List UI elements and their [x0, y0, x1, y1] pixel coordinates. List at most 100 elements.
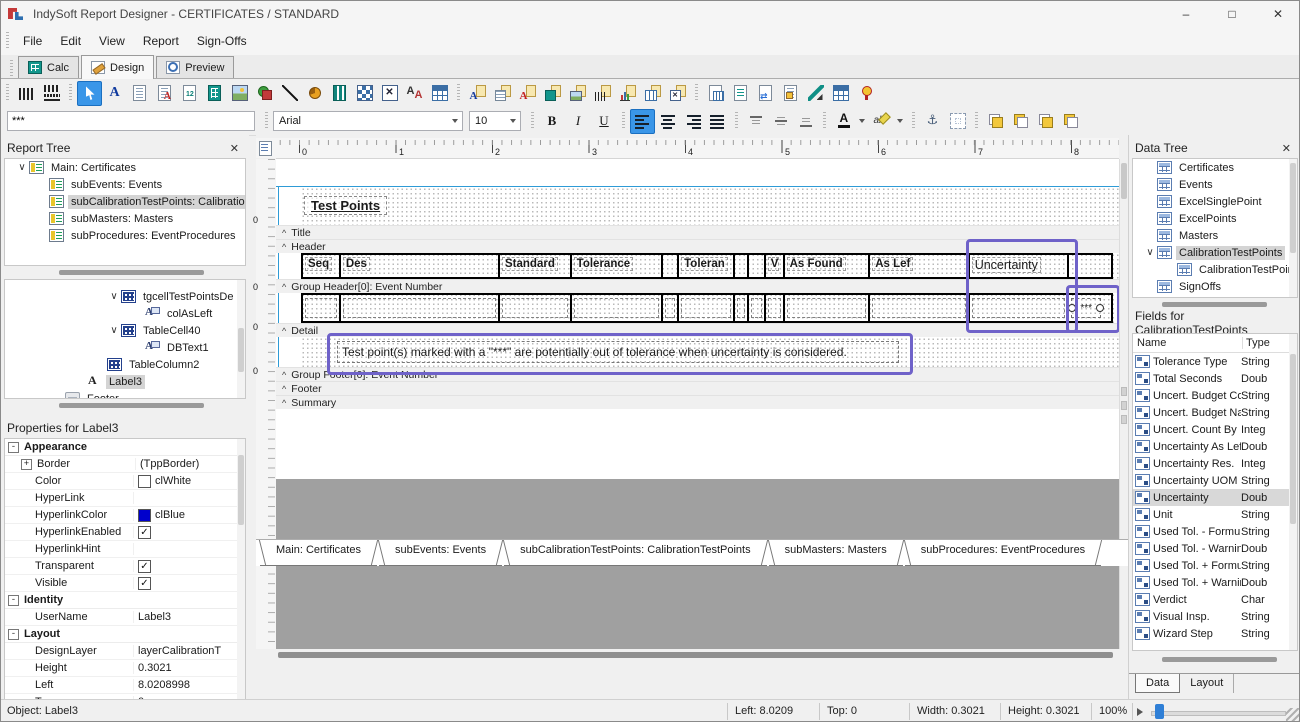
expand-icon[interactable]	[21, 579, 30, 588]
header-cell-label[interactable]: Toleran	[681, 257, 728, 271]
toolbar-button[interactable]	[515, 81, 540, 106]
property-value[interactable]: clWhite	[134, 475, 245, 488]
toolbar-button[interactable]	[828, 81, 853, 106]
property-category[interactable]: - Appearance	[5, 439, 245, 456]
close-icon[interactable]: ✕	[226, 142, 243, 155]
toolbar-button[interactable]	[920, 109, 945, 134]
valign-button[interactable]	[768, 109, 793, 134]
expand-icon[interactable]	[21, 664, 30, 673]
detail-cell[interactable]: ***	[572, 295, 664, 321]
property-value[interactable]	[134, 560, 245, 573]
header-cell[interactable]: Standard	[500, 255, 572, 277]
property-row[interactable]: + Border (TppBorder)	[5, 456, 245, 473]
cell-placeholder[interactable]	[305, 298, 337, 318]
toolbar-button[interactable]	[14, 81, 39, 106]
expand-icon[interactable]	[21, 477, 30, 486]
header-cell-label[interactable]: V	[768, 257, 779, 271]
toolbar-button[interactable]	[152, 81, 177, 106]
field-row[interactable]: Verdict Char	[1133, 591, 1297, 608]
property-row[interactable]: HyperlinkEnabled	[5, 524, 245, 541]
collapse-icon[interactable]: -	[8, 442, 19, 453]
zoom-slider[interactable]	[1151, 711, 1286, 716]
horizontal-scrollbar[interactable]	[4, 268, 246, 277]
scrollbar-thumb[interactable]	[59, 270, 204, 275]
header-cell[interactable]: Tolerance	[572, 255, 664, 277]
property-row[interactable]: Visible	[5, 575, 245, 592]
vertical-scrollbar[interactable]	[237, 439, 245, 701]
scrollbar-thumb[interactable]	[1290, 354, 1296, 524]
property-value[interactable]: 0.3021	[134, 662, 245, 674]
field-row[interactable]: Uncert. Budget Co... String	[1133, 387, 1297, 404]
align-button[interactable]	[680, 109, 705, 134]
field-row[interactable]: Uncert. Budget Name String	[1133, 404, 1297, 421]
toolbar-button[interactable]	[753, 81, 778, 106]
data-tree-item[interactable]: ExcelSinglePoint	[1133, 193, 1297, 210]
column-name[interactable]: Name	[1133, 337, 1243, 349]
horizontal-scrollbar[interactable]	[4, 401, 246, 410]
toolbar-button[interactable]	[565, 81, 590, 106]
header-cell-label[interactable]: Des	[343, 257, 370, 271]
toolbar-button[interactable]	[202, 81, 227, 106]
cell-placeholder[interactable]	[737, 298, 745, 318]
property-row[interactable]: HyperLink	[5, 490, 245, 507]
toolbar-button[interactable]	[728, 81, 753, 106]
cell-placeholder[interactable]	[681, 298, 731, 318]
expand-icon[interactable]	[21, 494, 30, 503]
property-value[interactable]: clBlue	[134, 509, 245, 522]
header-cell[interactable]	[735, 255, 749, 277]
document-tab[interactable]: Main: Certificates	[260, 540, 377, 566]
header-cell[interactable]	[749, 255, 766, 277]
document-tab[interactable]: subMasters: Masters	[769, 540, 903, 566]
chevron-down-icon[interactable]	[859, 119, 865, 126]
expand-icon[interactable]	[21, 528, 30, 537]
chevron-down-icon[interactable]: ∨	[107, 325, 121, 336]
field-row[interactable]: Unit String	[1133, 506, 1297, 523]
property-value[interactable]: layerCalibrationT	[134, 645, 245, 657]
menu-item[interactable]: Report	[134, 30, 188, 52]
vertical-scrollbar[interactable]	[1289, 159, 1297, 297]
expand-icon[interactable]	[21, 613, 30, 622]
band-strip-footer[interactable]: ^ Footer	[276, 381, 1119, 395]
toolbar-button[interactable]	[803, 81, 828, 106]
header-cell[interactable]: V	[766, 255, 785, 277]
data-tree-item[interactable]: CalibrationTestPoints	[1133, 261, 1297, 278]
view-tab[interactable]: Calc	[18, 56, 79, 78]
cell-placeholder[interactable]	[787, 298, 867, 318]
toolbar-button[interactable]	[465, 81, 490, 106]
expand-icon[interactable]	[21, 562, 30, 571]
toolbar-button[interactable]	[427, 81, 452, 106]
report-tree-item[interactable]: subEvents: Events	[5, 176, 245, 193]
header-cell[interactable]: Des	[341, 255, 500, 277]
checkbox[interactable]	[138, 526, 151, 539]
chevron-down-icon[interactable]: ∨	[15, 162, 29, 173]
menu-item[interactable]: Sign-Offs	[188, 30, 256, 52]
view-tab[interactable]: Design	[81, 55, 154, 79]
zoom-slider-thumb[interactable]	[1155, 704, 1164, 719]
cell-placeholder[interactable]	[665, 298, 675, 318]
scrollbar-thumb[interactable]	[1121, 163, 1127, 199]
property-value[interactable]: (TppBorder)	[136, 458, 245, 470]
toolbar-button[interactable]	[540, 81, 565, 106]
column-type[interactable]: Type	[1243, 337, 1270, 349]
align-button[interactable]	[630, 109, 655, 134]
header-cell-label[interactable]: Seq	[305, 257, 332, 271]
scrollbar-thumb[interactable]	[59, 403, 204, 408]
layer-button[interactable]	[1033, 109, 1058, 134]
header-cell-label[interactable]: Standard	[502, 257, 558, 271]
detail-cell[interactable]: ***	[749, 295, 766, 321]
toolbar-button[interactable]	[302, 81, 327, 106]
header-cell-label[interactable]: Tolerance	[574, 257, 633, 271]
panel-tab[interactable]: Layout	[1180, 674, 1234, 693]
data-tree-item[interactable]: Masters	[1133, 227, 1297, 244]
data-tree-item[interactable]: SignOffs	[1133, 278, 1297, 295]
header-cell[interactable]: As Lef	[870, 255, 970, 277]
collapse-icon[interactable]: -	[8, 595, 19, 606]
detail-cell[interactable]: ***	[735, 295, 749, 321]
toolbar-button[interactable]	[277, 81, 302, 106]
cell-placeholder[interactable]	[502, 298, 568, 318]
property-row[interactable]: Transparent	[5, 558, 245, 575]
object-tree-item[interactable]: ∨ TableCell40	[5, 322, 245, 339]
toolbar-button[interactable]	[778, 81, 803, 106]
chevron-down-icon[interactable]: ∨	[1143, 247, 1157, 258]
valign-button[interactable]	[793, 109, 818, 134]
